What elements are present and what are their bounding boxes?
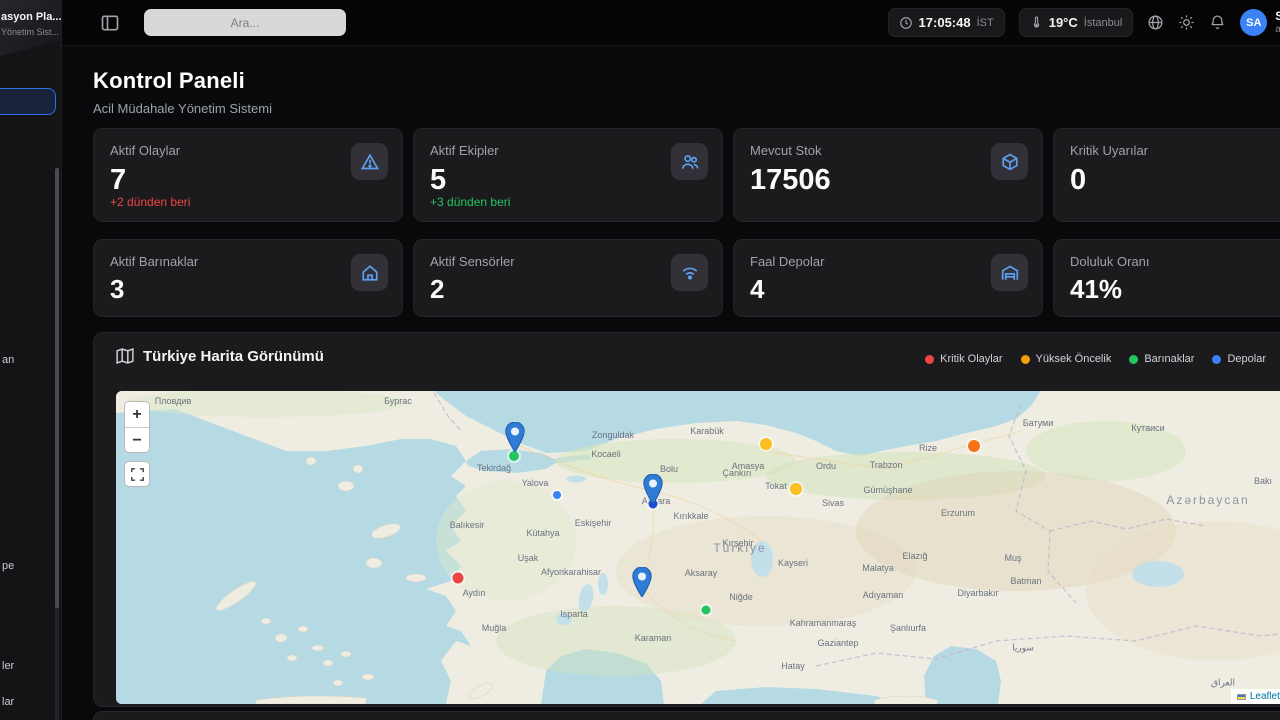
- users-icon: [671, 143, 708, 180]
- stat-label: Aktif Olaylar: [110, 143, 386, 158]
- sidebar-scrollbar-thumb[interactable]: [55, 168, 59, 608]
- theme-sun-icon[interactable]: [1178, 14, 1195, 31]
- stat-delta: +3 dünden beri: [430, 195, 510, 209]
- map-section-title: Türkiye Harita Görünümü: [143, 348, 324, 365]
- user-name: System: [1275, 9, 1280, 24]
- legend-item-yuksek: Yüksek Öncelik: [1021, 353, 1112, 365]
- warehouse-icon: [991, 254, 1028, 291]
- map-card: Türkiye Harita Görünümü Kritik Olaylar Y…: [93, 332, 1280, 707]
- main-content: Kontrol Paneli Acil Müdahale Yönetim Sis…: [62, 46, 1280, 720]
- stat-card-aktif-sensorler: Aktif Sensörler 2: [413, 239, 723, 317]
- map-attribution: Leaflet | © OpenStreetMap: [1231, 689, 1280, 704]
- stat-label: Aktif Sensörler: [430, 254, 706, 269]
- map-dot-marker[interactable]: [553, 491, 561, 499]
- weather-city: İstanbul: [1084, 17, 1123, 29]
- zoom-in-button[interactable]: +: [125, 402, 149, 428]
- map-dot-marker[interactable]: [790, 483, 802, 495]
- stat-card-aktif-olaylar: Aktif Olaylar 7 +2 dünden beri: [93, 128, 403, 222]
- sidebar-item-label-fragment[interactable]: lar: [2, 696, 14, 708]
- time-value: 17:05:48: [919, 15, 971, 30]
- app-subtitle-fragment: Yönetim Sist...: [1, 27, 59, 37]
- fullscreen-button[interactable]: [124, 461, 150, 487]
- user-role: admin: [1275, 24, 1280, 37]
- map-dot-marker[interactable]: [968, 440, 980, 452]
- timezone-label: İST: [977, 17, 994, 29]
- map-tiles: [116, 391, 1280, 704]
- map-icon: [116, 347, 134, 365]
- sidebar-toggle-icon[interactable]: [100, 13, 120, 33]
- language-globe-icon[interactable]: [1147, 14, 1164, 31]
- stat-card-faal-depolar: Faal Depolar 4: [733, 239, 1043, 317]
- page-subtitle: Acil Müdahale Yönetim Sistemi: [93, 101, 1280, 116]
- topbar: 17:05:48 İST 19°C İstanbul SA System adm…: [62, 0, 1280, 46]
- weather-temp: 19°C: [1049, 15, 1078, 30]
- map-pin-marker[interactable]: [504, 422, 526, 452]
- map-legend: Kritik Olaylar Yüksek Öncelik Barınaklar…: [925, 353, 1266, 365]
- next-section-card-edge: [93, 711, 1280, 720]
- clock-widget: 17:05:48 İST: [888, 8, 1005, 37]
- sidebar-item-label-fragment[interactable]: ler: [2, 660, 14, 672]
- sidebar-item-active[interactable]: [0, 88, 56, 115]
- legend-dot-blue: [1212, 355, 1221, 364]
- notifications-bell-icon[interactable]: [1209, 14, 1226, 31]
- stat-card-aktif-barinaklar: Aktif Barınaklar 3: [93, 239, 403, 317]
- stat-label: Aktif Ekipler: [430, 143, 706, 158]
- stat-value: 41%: [1070, 274, 1280, 305]
- legend-item-depolar: Depolar: [1212, 353, 1266, 365]
- stat-label: Mevcut Stok: [750, 143, 1026, 158]
- map-dot-marker[interactable]: [453, 573, 464, 584]
- stat-value: 7: [110, 164, 386, 197]
- map-dot-marker[interactable]: [509, 451, 519, 461]
- stat-value: 5: [430, 164, 706, 197]
- stat-value: 0: [1070, 164, 1280, 197]
- stat-value: 4: [750, 274, 1026, 305]
- sidebar-item-label-fragment[interactable]: pe: [2, 560, 14, 572]
- legend-item-kritik: Kritik Olaylar: [925, 353, 1002, 365]
- stat-delta: +2 dünden beri: [110, 195, 190, 209]
- map-dot-marker[interactable]: [760, 438, 772, 450]
- map-pin-marker[interactable]: [631, 567, 653, 597]
- stat-label: Faal Depolar: [750, 254, 1026, 269]
- clock-icon: [899, 16, 913, 30]
- legend-item-barinaklar: Barınaklar: [1129, 353, 1194, 365]
- wifi-signal-icon: [671, 254, 708, 291]
- map-pin-marker[interactable]: [642, 474, 664, 504]
- thermometer-icon: [1030, 16, 1043, 29]
- shelter-home-icon: [351, 254, 388, 291]
- stat-card-mevcut-stok: Mevcut Stok 17506: [733, 128, 1043, 222]
- map-zoom-control: + −: [124, 401, 150, 453]
- leaflet-link[interactable]: Leaflet: [1250, 691, 1280, 702]
- flag-icon: [1237, 694, 1246, 700]
- stat-card-aktif-ekipler: Aktif Ekipler 5 +3 dünden beri: [413, 128, 723, 222]
- stat-label: Aktif Barınaklar: [110, 254, 386, 269]
- stat-card-kritik-uyarilar: Kritik Uyarılar 0: [1053, 128, 1280, 222]
- page-title: Kontrol Paneli: [93, 68, 1280, 94]
- legend-dot-orange: [1021, 355, 1030, 364]
- stat-cards-grid: Aktif Olaylar 7 +2 dünden beri Aktif Eki…: [93, 128, 1280, 317]
- leaflet-map[interactable]: TekirdağKocaeliYalovaZonguldakKarabükBol…: [116, 391, 1280, 704]
- sidebar-item-label-fragment[interactable]: an: [2, 354, 14, 366]
- app-title-fragment: asyon Pla...: [1, 11, 62, 23]
- stat-card-doluluk-orani: Doluluk Oranı 41%: [1053, 239, 1280, 317]
- stat-value: 17506: [750, 164, 1026, 197]
- user-menu[interactable]: SA System admin: [1240, 9, 1280, 37]
- legend-dot-red: [925, 355, 934, 364]
- weather-widget: 19°C İstanbul: [1019, 8, 1134, 37]
- alert-triangle-icon: [351, 143, 388, 180]
- sidebar: asyon Pla... Yönetim Sist... an pe ler lar: [0, 0, 62, 720]
- legend-dot-green: [1129, 355, 1138, 364]
- stat-label: Doluluk Oranı: [1070, 254, 1280, 269]
- stat-value: 2: [430, 274, 706, 305]
- stat-value: 3: [110, 274, 386, 305]
- avatar[interactable]: SA: [1240, 9, 1267, 36]
- stat-label: Kritik Uyarılar: [1070, 143, 1280, 158]
- search-input[interactable]: [144, 9, 346, 36]
- package-icon: [991, 143, 1028, 180]
- zoom-out-button[interactable]: −: [125, 428, 149, 453]
- map-dot-marker[interactable]: [702, 606, 711, 615]
